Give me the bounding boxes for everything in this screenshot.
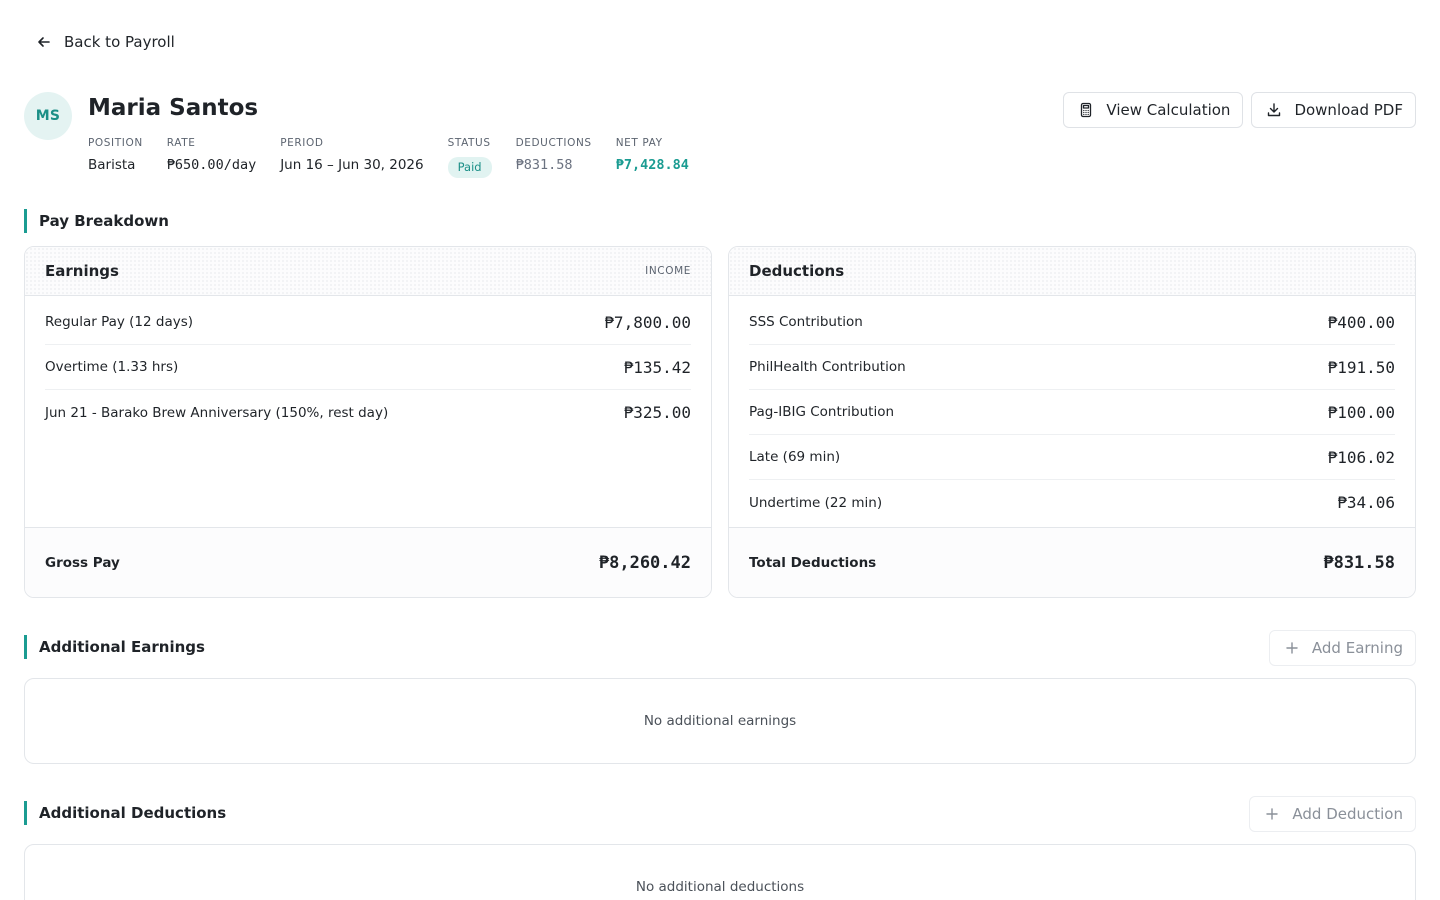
add-deduction-button[interactable]: Add Deduction — [1249, 796, 1416, 832]
meta-value: ₱650.00/day — [166, 157, 257, 173]
row-label: Late (69 min) — [749, 449, 841, 465]
deductions-title: Deductions — [749, 262, 845, 280]
table-row: SSS Contribution ₱400.00 — [749, 300, 1395, 345]
table-row: Jun 21 - Barako Brew Anniversary (150%, … — [45, 390, 691, 435]
earnings-rows: Regular Pay (12 days) ₱7,800.00 Overtime… — [25, 296, 711, 435]
meta-value: Jun 16 – Jun 30, 2026 — [280, 157, 424, 173]
table-row: Regular Pay (12 days) ₱7,800.00 — [45, 300, 691, 345]
table-row: PhilHealth Contribution ₱191.50 — [749, 345, 1395, 390]
total-deductions-label: Total Deductions — [749, 554, 877, 571]
earnings-title: Earnings — [45, 262, 119, 280]
row-label: Undertime (22 min) — [749, 494, 883, 511]
meta-label: PERIOD — [280, 137, 324, 149]
meta-status: STATUS Paid — [447, 137, 492, 178]
plus-icon — [1286, 642, 1298, 654]
total-deductions-row: Total Deductions ₱831.58 — [729, 527, 1415, 597]
meta-label: POSITION — [88, 137, 143, 149]
back-link-label: Back to Payroll — [64, 33, 175, 51]
add-earning-button[interactable]: Add Earning — [1268, 630, 1416, 666]
additional-earnings-empty: No additional earnings — [24, 678, 1416, 764]
status-badge: Paid — [447, 157, 492, 178]
row-amount: ₱400.00 — [1327, 312, 1395, 332]
download-pdf-button[interactable]: Download PDF — [1251, 92, 1416, 128]
calculator-icon — [1081, 102, 1092, 118]
gross-pay-label: Gross Pay — [45, 554, 120, 571]
meta-period: PERIOD Jun 16 – Jun 30, 2026 — [280, 137, 423, 178]
meta-value: ₱831.58 — [515, 157, 573, 173]
row-label: Pag-IBIG Contribution — [749, 404, 895, 420]
table-row: Overtime (1.33 hrs) ₱135.42 — [45, 345, 691, 390]
table-row: Undertime (22 min) ₱34.06 — [749, 480, 1395, 525]
header-actions: View Calculation Download PDF — [1063, 92, 1416, 128]
row-amount: ₱135.42 — [623, 357, 691, 377]
row-label: SSS Contribution — [749, 314, 863, 330]
avatar: MS — [24, 92, 72, 140]
arrow-left-icon — [38, 37, 50, 47]
plus-icon — [1266, 808, 1279, 820]
gross-pay-amount: ₱8,260.42 — [598, 552, 691, 573]
earnings-card-header: Earnings INCOME — [25, 247, 711, 296]
employee-meta: POSITION Barista RATE ₱650.00/day PERIOD… — [88, 137, 689, 178]
earnings-card: Earnings INCOME Regular Pay (12 days) ₱7… — [24, 246, 712, 598]
empty-state-text: No additional earnings — [643, 713, 797, 729]
gross-pay-row: Gross Pay ₱8,260.42 — [25, 527, 711, 597]
employee-name: Maria Santos — [88, 95, 259, 121]
empty-state-text: No additional deductions — [635, 879, 805, 895]
row-amount: ₱191.50 — [1327, 357, 1395, 377]
row-label: Overtime (1.33 hrs) — [45, 359, 179, 375]
row-amount: ₱100.00 — [1327, 402, 1395, 422]
income-tag: INCOME — [645, 265, 691, 277]
meta-label: STATUS — [447, 137, 491, 149]
total-deductions-amount: ₱831.58 — [1323, 552, 1395, 573]
row-amount: ₱34.06 — [1337, 493, 1395, 512]
meta-net-pay: NET PAY ₱7,428.84 — [616, 137, 689, 178]
meta-deductions: DEDUCTIONS ₱831.58 — [516, 137, 592, 178]
table-row: Pag-IBIG Contribution ₱100.00 — [749, 390, 1395, 435]
row-amount: ₱106.02 — [1327, 447, 1395, 467]
meta-label: DEDUCTIONS — [515, 137, 592, 149]
add-deduction-label: Add Deduction — [1292, 805, 1403, 823]
row-label: Jun 21 - Barako Brew Anniversary (150%, … — [45, 404, 389, 421]
view-calculation-label: View Calculation — [1106, 101, 1231, 119]
meta-label: RATE — [166, 137, 196, 149]
back-to-payroll-link[interactable]: Back to Payroll — [36, 30, 175, 54]
additional-earnings-title: Additional Earnings — [24, 635, 205, 659]
view-calculation-button[interactable]: View Calculation — [1063, 92, 1244, 128]
row-amount: ₱7,800.00 — [604, 312, 691, 332]
meta-rate: RATE ₱650.00/day — [167, 137, 256, 178]
deductions-card-header: Deductions — [729, 247, 1415, 296]
row-label: PhilHealth Contribution — [749, 359, 906, 375]
add-earning-label: Add Earning — [1311, 639, 1403, 657]
row-label: Regular Pay (12 days) — [45, 314, 194, 330]
download-pdf-label: Download PDF — [1294, 101, 1403, 119]
additional-deductions-title: Additional Deductions — [24, 801, 226, 825]
row-amount: ₱325.00 — [623, 403, 691, 422]
download-icon — [1268, 103, 1281, 117]
meta-value: Barista — [88, 157, 136, 173]
additional-deductions-empty: No additional deductions — [24, 844, 1416, 900]
pay-breakdown-title: Pay Breakdown — [24, 209, 169, 233]
meta-label: NET PAY — [615, 137, 663, 149]
deductions-card: Deductions SSS Contribution ₱400.00 Phil… — [728, 246, 1416, 598]
net-pay-value: ₱7,428.84 — [615, 157, 689, 173]
table-row: Late (69 min) ₱106.02 — [749, 435, 1395, 480]
deductions-rows: SSS Contribution ₱400.00 PhilHealth Cont… — [729, 296, 1415, 525]
meta-position: POSITION Barista — [88, 137, 143, 178]
